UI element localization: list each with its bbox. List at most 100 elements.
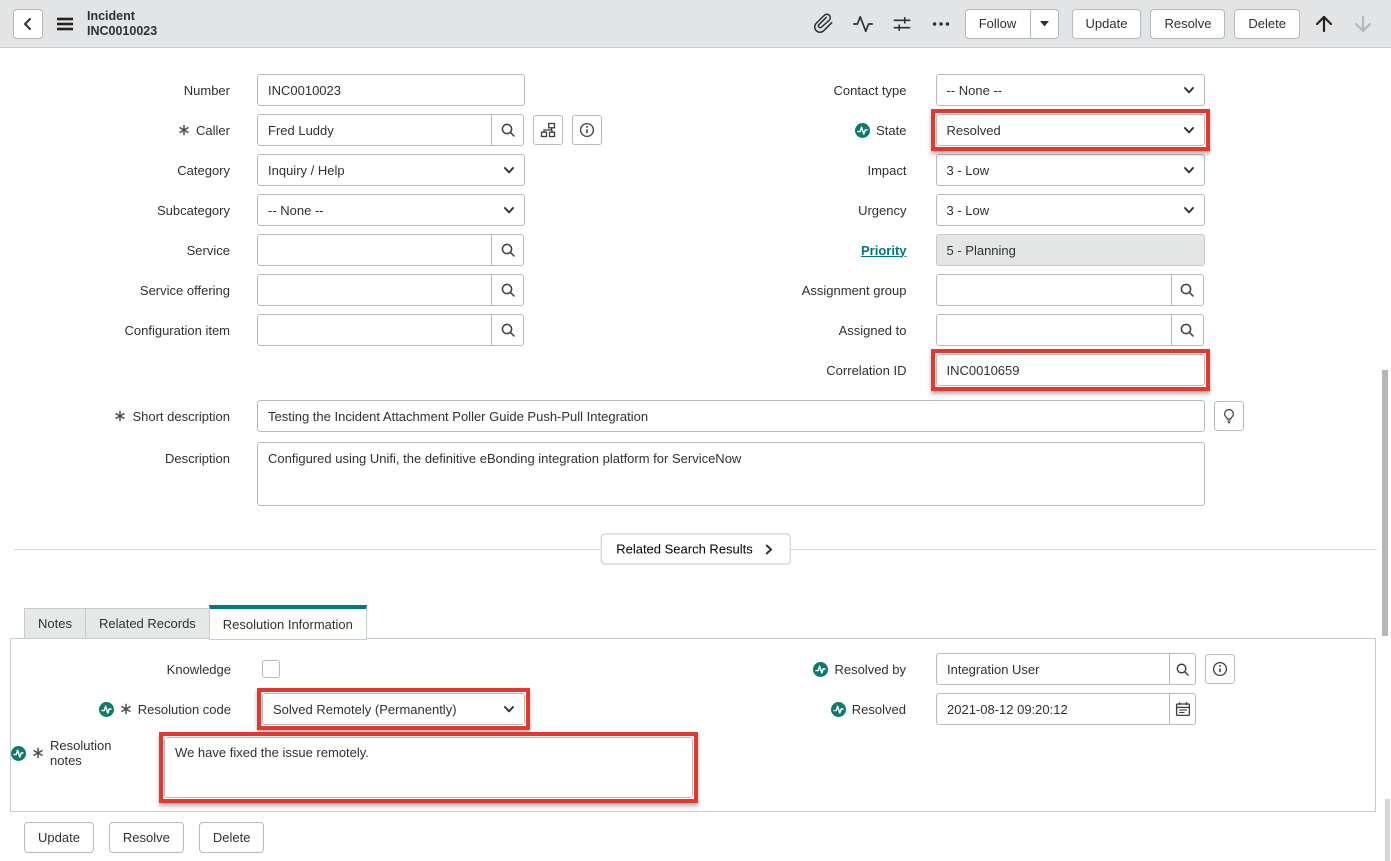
footer-update-button[interactable]: Update (24, 822, 94, 853)
correlation-id-input[interactable]: INC0010659 (936, 354, 1205, 386)
short-description-input[interactable]: Testing the Incident Attachment Poller G… (257, 400, 1205, 432)
record-number: INC0010023 (87, 24, 157, 39)
knowledge-checkbox[interactable] (262, 660, 280, 678)
resolved-by-input[interactable]: Integration User (936, 653, 1170, 685)
tab-notes[interactable]: Notes (24, 608, 85, 639)
attachment-button[interactable] (809, 9, 839, 39)
page-scrollbar-thumb[interactable] (1382, 370, 1388, 636)
field-modified-icon (11, 746, 26, 761)
suggestion-button[interactable] (1214, 401, 1244, 431)
caller-label: Caller (0, 123, 230, 138)
previous-record-button[interactable] (1309, 9, 1339, 39)
service-offering-label: Service offering (0, 283, 230, 298)
search-icon (1179, 282, 1195, 298)
resolved-by-preview-button[interactable] (1205, 654, 1235, 684)
field-modified-icon (855, 123, 870, 138)
info-icon (579, 122, 595, 138)
assigned-to-input[interactable] (936, 314, 1172, 346)
follow-button[interactable]: Follow (965, 9, 1031, 39)
assignment-group-label: Assignment group (696, 283, 907, 298)
category-select[interactable]: Inquiry / Help (257, 154, 525, 186)
sliders-icon (891, 13, 913, 35)
field-modified-icon (813, 662, 828, 677)
number-input[interactable]: INC0010023 (257, 74, 525, 106)
chevron-left-icon (20, 16, 36, 32)
header-delete-button[interactable]: Delete (1234, 9, 1300, 39)
resolved-by-lookup-button[interactable] (1169, 653, 1196, 685)
contact-type-select[interactable]: -- None -- (936, 74, 1205, 106)
resolution-notes-textarea[interactable]: We have fixed the issue remotely. (164, 737, 693, 798)
follow-dropdown-button[interactable] (1031, 9, 1059, 39)
personalize-form-button[interactable] (887, 9, 917, 39)
search-icon (500, 122, 516, 138)
frame-scrollbar-thumb[interactable] (1385, 799, 1390, 861)
form-footer: Update Resolve Delete (24, 822, 1391, 853)
follow-split-button: Follow (965, 9, 1059, 39)
search-icon (500, 242, 516, 258)
priority-readonly-field: 5 - Planning (936, 234, 1205, 266)
priority-link[interactable]: Priority (861, 243, 907, 258)
urgency-select[interactable]: 3 - Low (936, 194, 1205, 226)
service-offering-input[interactable] (257, 274, 492, 306)
hierarchy-icon (540, 122, 556, 138)
resolution-column-left: Knowledge Resolution code Solved Remotel… (11, 653, 693, 806)
short-description-row: Short description Testing the Incident A… (0, 400, 1391, 432)
service-offering-lookup-button[interactable] (491, 274, 524, 306)
calendar-icon (1175, 701, 1191, 717)
lightbulb-icon (1221, 408, 1237, 424)
assigned-to-label: Assigned to (696, 323, 907, 338)
subcategory-select[interactable]: -- None -- (257, 194, 525, 226)
assignment-group-lookup-button[interactable] (1171, 274, 1204, 306)
paperclip-icon (813, 13, 834, 34)
form-tabs: Notes Related Records Resolution Informa… (24, 605, 1391, 639)
number-label: Number (0, 83, 230, 98)
header-update-button[interactable]: Update (1072, 9, 1142, 39)
more-options-button[interactable] (926, 9, 956, 39)
header-resolve-button[interactable]: Resolve (1150, 9, 1225, 39)
assigned-to-lookup-button[interactable] (1171, 314, 1204, 346)
tab-related-records[interactable]: Related Records (85, 608, 209, 639)
search-icon (500, 282, 516, 298)
back-button[interactable] (13, 9, 43, 39)
configuration-item-lookup-button[interactable] (491, 314, 524, 346)
hamburger-icon (56, 17, 74, 31)
state-select[interactable]: Resolved (936, 114, 1205, 146)
related-search-results-button[interactable]: Related Search Results (600, 534, 791, 565)
configuration-item-input[interactable] (257, 314, 492, 346)
description-row: Description Configured using Unifi, the … (0, 442, 1391, 506)
resolved-datetime-input[interactable]: 2021-08-12 09:20:12 (936, 693, 1170, 725)
service-input[interactable] (257, 234, 492, 266)
category-label: Category (0, 163, 230, 178)
page-title: Incident (87, 9, 157, 24)
search-icon (500, 322, 516, 338)
caller-show-related-button[interactable] (533, 115, 563, 145)
resolution-information-panel: Knowledge Resolution code Solved Remotel… (10, 638, 1376, 812)
assignment-group-input[interactable] (936, 274, 1172, 306)
short-description-label: Short description (0, 409, 230, 424)
service-lookup-button[interactable] (491, 234, 524, 266)
impact-select[interactable]: 3 - Low (936, 154, 1205, 186)
contact-type-label: Contact type (696, 83, 907, 98)
caller-input[interactable]: Fred Luddy (257, 114, 492, 146)
activity-stream-button[interactable] (848, 9, 878, 39)
resolution-code-select[interactable]: Solved Remotely (Permanently) (262, 693, 525, 725)
caller-preview-button[interactable] (572, 115, 602, 145)
footer-resolve-button[interactable]: Resolve (109, 822, 184, 853)
caller-lookup-button[interactable] (491, 114, 524, 146)
info-icon (1212, 661, 1228, 677)
description-label: Description (0, 442, 230, 474)
description-textarea[interactable]: Configured using Unifi, the definitive e… (257, 442, 1205, 506)
tab-resolution-information[interactable]: Resolution Information (209, 605, 367, 640)
knowledge-label: Knowledge (11, 662, 231, 677)
context-menu-button[interactable] (56, 17, 74, 31)
resolved-field: 2021-08-12 09:20:12 (936, 693, 1196, 725)
configuration-item-field (257, 314, 524, 346)
state-label: State (696, 123, 907, 138)
field-modified-icon (99, 702, 114, 717)
caller-field: Fred Luddy (257, 114, 524, 146)
resolution-notes-label: Resolution notes (11, 737, 133, 769)
chevron-down-icon (503, 204, 515, 216)
configuration-item-label: Configuration item (0, 323, 230, 338)
footer-delete-button[interactable]: Delete (199, 822, 265, 853)
resolved-calendar-button[interactable] (1169, 693, 1196, 725)
